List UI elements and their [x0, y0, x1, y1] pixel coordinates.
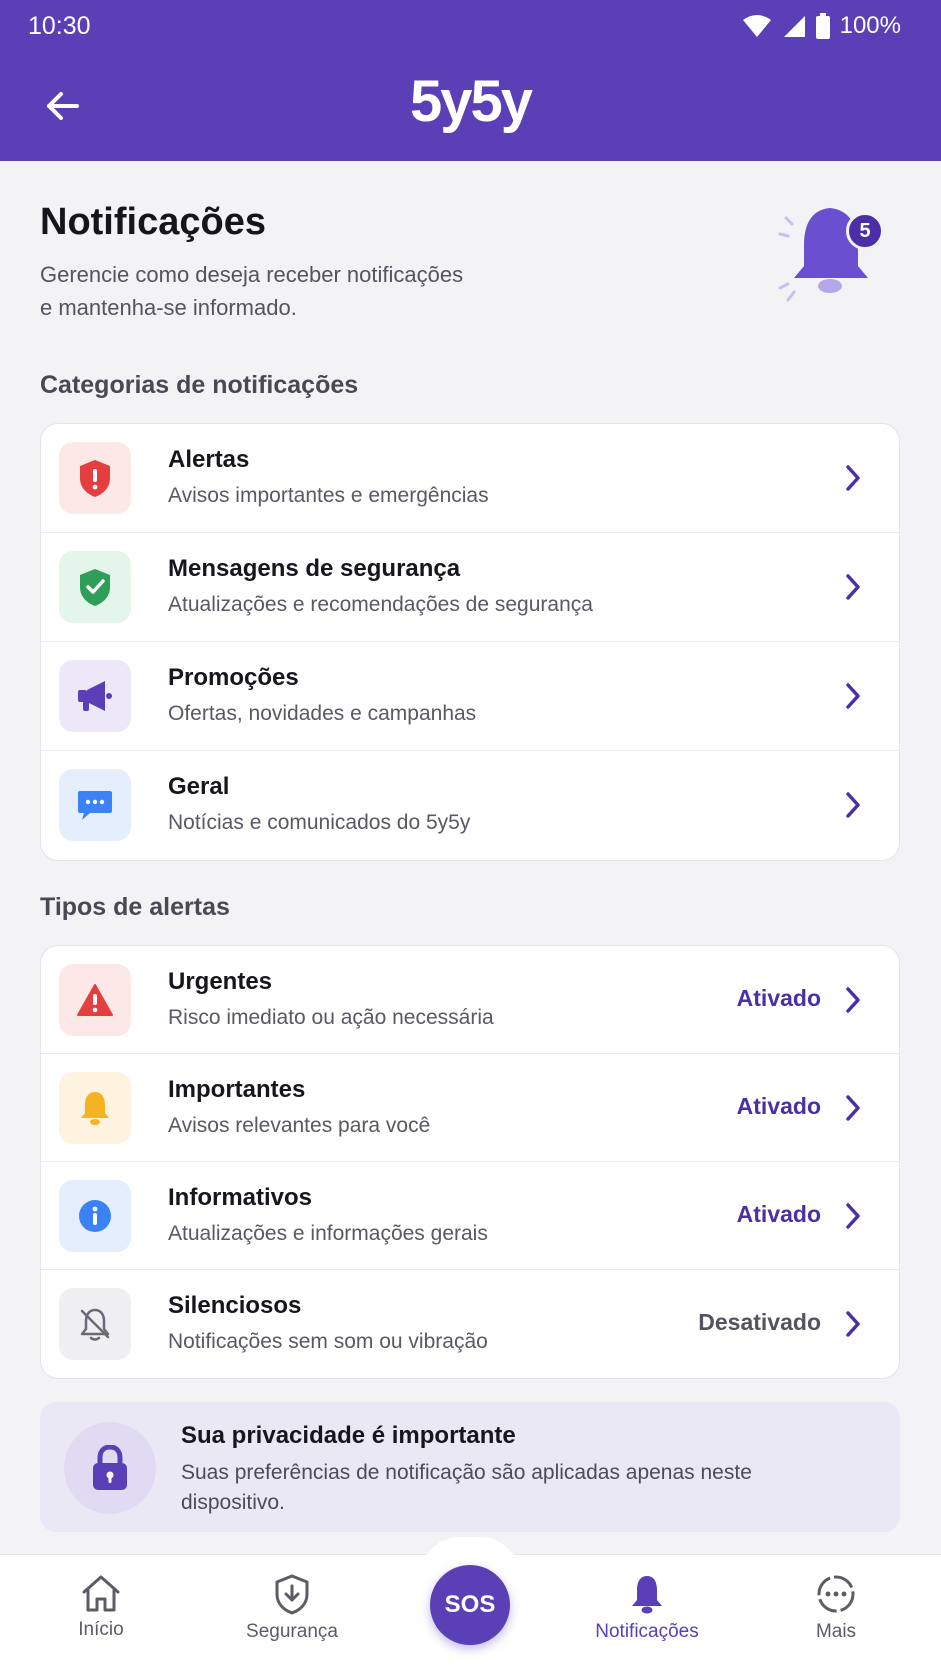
bell-off-icon	[59, 1288, 131, 1360]
chevron-right-icon	[846, 1311, 860, 1337]
alert-types-card: Urgentes Risco imediato ou ação necessár…	[40, 945, 900, 1379]
chat-bubble-icon	[59, 769, 131, 841]
nav-item-mais[interactable]: Mais	[756, 1573, 916, 1643]
row-description: Atualizações e informações gerais	[168, 1222, 488, 1245]
notification-count-badge: 5	[846, 212, 884, 250]
categories-section-title: Categorias de notificações	[40, 371, 359, 399]
privacy-text: Suas preferências de notificação são apl…	[181, 1461, 752, 1514]
status-icons: 100%	[742, 12, 901, 40]
row-description: Notificações sem som ou vibração	[168, 1330, 488, 1353]
nav-label: Segurança	[246, 1621, 338, 1642]
wifi-icon	[742, 15, 771, 37]
shield-check-icon	[59, 551, 131, 623]
category-row-promocoes[interactable]: Promoções Ofertas, novidades e campanhas	[41, 642, 899, 751]
row-title: Informativos	[168, 1184, 313, 1211]
signal-icon	[783, 16, 805, 37]
category-row-geral[interactable]: Geral Notícias e comunicados do 5y5y	[41, 751, 899, 860]
status-label: Ativado	[736, 985, 821, 1011]
nav-item-seguranca[interactable]: Segurança	[212, 1573, 372, 1643]
privacy-title: Sua privacidade é importante	[181, 1422, 516, 1449]
nav-item-inicio[interactable]: Início	[21, 1573, 181, 1641]
shield-download-icon	[275, 1574, 309, 1615]
alert-row-importantes[interactable]: Importantes Avisos relevantes para você …	[41, 1054, 899, 1162]
status-label: Desativado	[698, 1309, 821, 1335]
row-title: Alertas	[168, 446, 250, 473]
nav-label: Notificações	[595, 1621, 699, 1642]
page-subtitle: Gerencie como deseja receber notificaçõe…	[40, 258, 640, 324]
chevron-right-icon	[846, 1203, 860, 1229]
row-title: Promoções	[168, 664, 299, 691]
bell-icon	[632, 1576, 662, 1614]
page-header: Notificações Gerencie como deseja recebe…	[40, 201, 640, 324]
row-description: Notícias e comunicados do 5y5y	[168, 811, 471, 834]
row-description: Atualizações e recomendações de seguranç…	[168, 593, 593, 616]
battery-icon	[815, 13, 830, 39]
row-description: Avisos relevantes para você	[168, 1114, 431, 1137]
alert-types-section-title: Tipos de alertas	[40, 893, 230, 921]
chevron-right-icon	[846, 574, 860, 600]
more-circle-icon	[817, 1575, 855, 1613]
sos-button[interactable]: SOS	[430, 1565, 510, 1645]
chevron-right-icon	[846, 792, 860, 818]
categories-card: Alertas Avisos importantes e emergências…	[40, 423, 900, 861]
status-label: Ativado	[736, 1201, 821, 1227]
row-title: Mensagens de segurança	[168, 555, 461, 582]
info-icon	[59, 1180, 131, 1252]
alert-row-urgentes[interactable]: Urgentes Risco imediato ou ação necessár…	[41, 946, 899, 1054]
row-title: Urgentes	[168, 968, 273, 995]
row-description: Risco imediato ou ação necessária	[168, 1006, 494, 1029]
battery-level: 100%	[839, 12, 901, 39]
nav-label: Mais	[815, 1621, 857, 1642]
subtitle-line-2: e mantenha-se informado.	[40, 295, 297, 320]
row-title: Silenciosos	[168, 1292, 302, 1319]
warning-triangle-icon	[59, 964, 131, 1036]
alert-row-informativos[interactable]: Informativos Atualizações e informações …	[41, 1162, 899, 1270]
page-title: Notificações	[40, 201, 266, 243]
row-description: Ofertas, novidades e campanhas	[168, 702, 477, 725]
lock-icon	[64, 1422, 156, 1514]
status-time: 10:30	[28, 12, 91, 40]
megaphone-icon	[59, 660, 131, 732]
chevron-right-icon	[846, 683, 860, 709]
nav-label: Início	[78, 1619, 124, 1640]
home-icon	[82, 1575, 120, 1612]
nav-item-notificacoes[interactable]: Notificações	[567, 1573, 727, 1643]
bell-icon	[59, 1072, 131, 1144]
category-row-mensagens-de-seguranca[interactable]: Mensagens de segurança Atualizações e re…	[41, 533, 899, 642]
subtitle-line-1: Gerencie como deseja receber notificaçõe…	[40, 262, 464, 287]
bottom-navigation: Início Segurança SOS Notificações Mais	[0, 1537, 941, 1672]
app-logo: 5y5y	[409, 69, 533, 134]
chevron-right-icon	[846, 987, 860, 1013]
row-description: Avisos importantes e emergências	[168, 484, 489, 507]
alert-row-silenciosos[interactable]: Silenciosos Notificações sem som ou vibr…	[41, 1270, 899, 1378]
status-label: Ativado	[736, 1093, 821, 1119]
row-title: Importantes	[168, 1076, 306, 1103]
privacy-notice: Sua privacidade é importante Suas prefer…	[40, 1402, 900, 1532]
chevron-right-icon	[846, 465, 860, 491]
chevron-right-icon	[846, 1095, 860, 1121]
category-row-alertas[interactable]: Alertas Avisos importantes e emergências	[41, 424, 899, 533]
shield-alert-icon	[59, 442, 131, 514]
row-title: Geral	[168, 773, 230, 800]
app-header: 10:30 100% 5y5y	[0, 0, 941, 161]
